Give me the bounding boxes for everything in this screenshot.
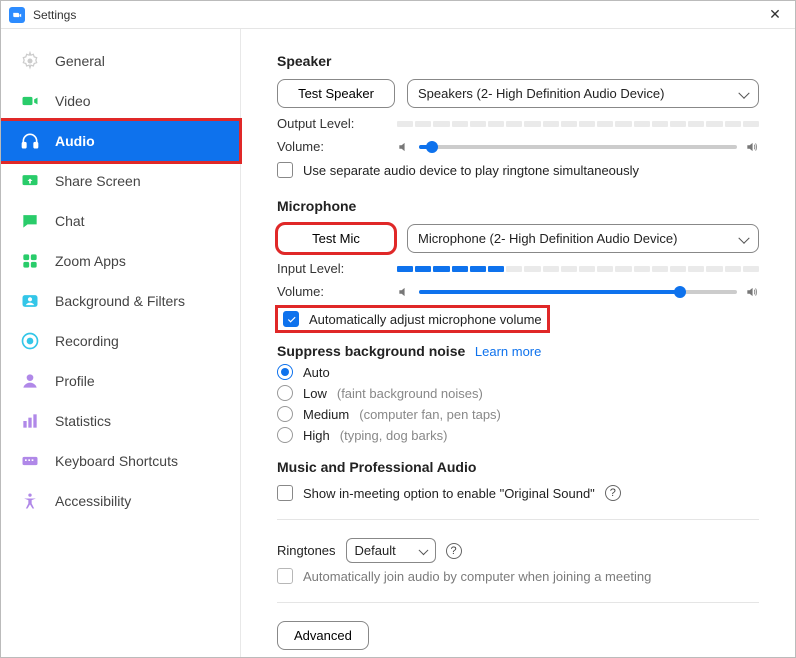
speaker-heading: Speaker [277, 53, 759, 69]
sidebar-label: General [55, 53, 105, 69]
mic-volume-label: Volume: [277, 284, 385, 299]
speaker-volume-slider[interactable] [419, 145, 737, 149]
suppress-option-label: Medium [303, 407, 349, 422]
sidebar-label: Profile [55, 373, 95, 389]
sidebar-label: Recording [55, 333, 119, 349]
accessibility-icon [19, 490, 41, 512]
help-icon[interactable]: ? [446, 543, 462, 559]
recording-icon [19, 330, 41, 352]
auto-adjust-mic-checkbox[interactable] [283, 311, 299, 327]
sidebar-item-share-screen[interactable]: Share Screen [1, 161, 240, 201]
volume-high-icon [745, 285, 759, 299]
chat-icon [19, 210, 41, 232]
speaker-device-select[interactable]: Speakers (2- High Definition Audio Devic… [407, 79, 759, 108]
mic-volume-slider[interactable] [419, 290, 737, 294]
window-title: Settings [33, 8, 763, 22]
suppress-option-hint: (computer fan, pen taps) [359, 407, 501, 422]
divider [277, 602, 759, 603]
sidebar-item-video[interactable]: Video [1, 81, 240, 121]
suppress-option-label: Low [303, 386, 327, 401]
suppress-option-hint: (typing, dog barks) [340, 428, 448, 443]
sidebar-item-accessibility[interactable]: Accessibility [1, 481, 240, 521]
sidebar-item-recording[interactable]: Recording [1, 321, 240, 361]
sidebar-label: Accessibility [55, 493, 131, 509]
test-mic-button[interactable]: Test Mic [277, 224, 395, 253]
sidebar-item-statistics[interactable]: Statistics [1, 401, 240, 441]
sidebar-label: Video [55, 93, 91, 109]
suppress-auto-radio[interactable] [277, 364, 293, 380]
sidebar-item-audio[interactable]: Audio [1, 121, 240, 161]
learn-more-link[interactable]: Learn more [475, 344, 541, 359]
keyboard-icon [19, 450, 41, 472]
suppress-option-hint: (faint background noises) [337, 386, 483, 401]
input-level-label: Input Level: [277, 261, 385, 276]
ringtones-select[interactable]: Default [346, 538, 436, 563]
suppress-low-radio[interactable] [277, 385, 293, 401]
divider [277, 519, 759, 520]
sidebar-label: Audio [55, 133, 95, 149]
background-icon [19, 290, 41, 312]
original-sound-checkbox[interactable] [277, 485, 293, 501]
statistics-icon [19, 410, 41, 432]
suppress-high-radio[interactable] [277, 427, 293, 443]
video-icon [19, 90, 41, 112]
close-button[interactable]: ✕ [763, 3, 787, 27]
sidebar-item-profile[interactable]: Profile [1, 361, 240, 401]
volume-high-icon [745, 140, 759, 154]
sidebar-item-general[interactable]: General [1, 41, 240, 81]
apps-icon [19, 250, 41, 272]
sidebar-label: Statistics [55, 413, 111, 429]
headphones-icon [19, 130, 41, 152]
gear-icon [19, 50, 41, 72]
sidebar: General Video Audio Share Screen Chat Zo… [1, 29, 241, 657]
music-heading: Music and Professional Audio [277, 459, 759, 475]
auto-join-audio-label: Automatically join audio by computer whe… [303, 569, 651, 584]
input-level-meter [397, 266, 759, 272]
volume-low-icon [397, 285, 411, 299]
sidebar-item-background[interactable]: Background & Filters [1, 281, 240, 321]
content-pane: Speaker Test Speaker Speakers (2- High D… [241, 29, 795, 657]
sidebar-item-zoom-apps[interactable]: Zoom Apps [1, 241, 240, 281]
original-sound-label: Show in-meeting option to enable "Origin… [303, 486, 595, 501]
volume-low-icon [397, 140, 411, 154]
separate-ringtone-label: Use separate audio device to play ringto… [303, 163, 639, 178]
sidebar-item-chat[interactable]: Chat [1, 201, 240, 241]
sidebar-label: Background & Filters [55, 293, 185, 309]
app-icon [9, 7, 25, 23]
sidebar-label: Share Screen [55, 173, 141, 189]
sidebar-item-keyboard[interactable]: Keyboard Shortcuts [1, 441, 240, 481]
share-screen-icon [19, 170, 41, 192]
help-icon[interactable]: ? [605, 485, 621, 501]
sidebar-label: Zoom Apps [55, 253, 126, 269]
titlebar: Settings ✕ [1, 1, 795, 29]
output-level-meter [397, 121, 759, 127]
suppress-option-label: High [303, 428, 330, 443]
speaker-volume-label: Volume: [277, 139, 385, 154]
settings-window: Settings ✕ General Video Audio Share Scr… [0, 0, 796, 658]
advanced-button[interactable]: Advanced [277, 621, 369, 650]
microphone-heading: Microphone [277, 198, 759, 214]
profile-icon [19, 370, 41, 392]
auto-adjust-mic-label: Automatically adjust microphone volume [309, 312, 542, 327]
suppress-option-label: Auto [303, 365, 330, 380]
ringtones-label: Ringtones [277, 543, 336, 558]
mic-device-select[interactable]: Microphone (2- High Definition Audio Dev… [407, 224, 759, 253]
suppress-medium-radio[interactable] [277, 406, 293, 422]
test-speaker-button[interactable]: Test Speaker [277, 79, 395, 108]
separate-ringtone-checkbox[interactable] [277, 162, 293, 178]
sidebar-label: Chat [55, 213, 85, 229]
output-level-label: Output Level: [277, 116, 385, 131]
sidebar-label: Keyboard Shortcuts [55, 453, 178, 469]
auto-join-audio-checkbox[interactable] [277, 568, 293, 584]
suppress-heading: Suppress background noise [277, 343, 465, 359]
